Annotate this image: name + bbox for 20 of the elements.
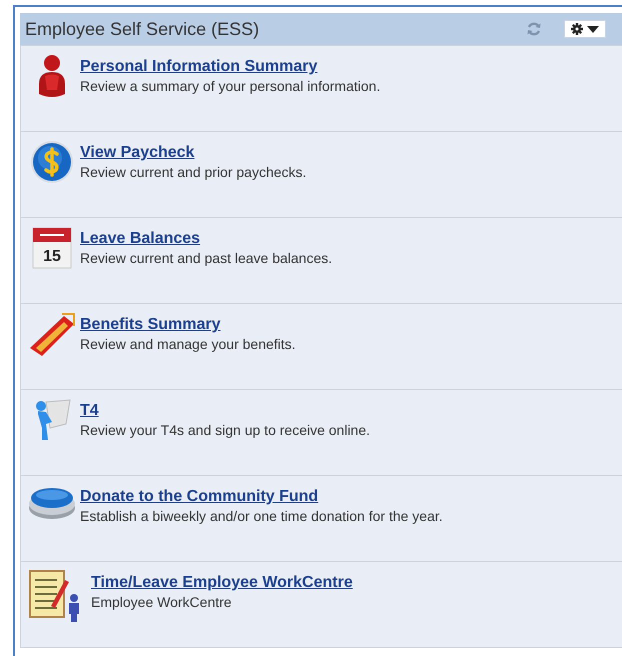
item-link[interactable]: Benefits Summary: [80, 316, 220, 334]
item-link[interactable]: T4: [80, 402, 99, 420]
dollar-coin-icon: [30, 140, 74, 184]
item-description: Review and manage your benefits.: [80, 336, 296, 352]
panel-title: Employee Self Service (ESS): [25, 18, 260, 40]
item-description: Review current and prior paychecks.: [80, 164, 306, 180]
item-description: Establish a biweekly and/or one time donation for the year.: [80, 508, 443, 524]
settings-icon: [570, 23, 600, 35]
ticket-icon: [28, 312, 76, 358]
item-description: Review current and past leave balances.: [80, 250, 332, 266]
item-link[interactable]: Time/Leave Employee WorkCentre: [91, 574, 353, 592]
calendar-icon: 15: [32, 226, 72, 270]
item-description: Review your T4s and sign up to receive online.: [80, 422, 370, 438]
item-description: Review a summary of your personal information.: [80, 78, 380, 94]
item-description: Employee WorkCentre: [91, 594, 233, 610]
item-link[interactable]: View Paycheck: [80, 144, 194, 162]
item-link[interactable]: Personal Information Summary: [80, 58, 318, 76]
settings-menu-button[interactable]: [564, 20, 606, 38]
item-link[interactable]: Donate to the Community Fund: [80, 488, 318, 506]
item-link[interactable]: Leave Balances: [80, 230, 200, 248]
